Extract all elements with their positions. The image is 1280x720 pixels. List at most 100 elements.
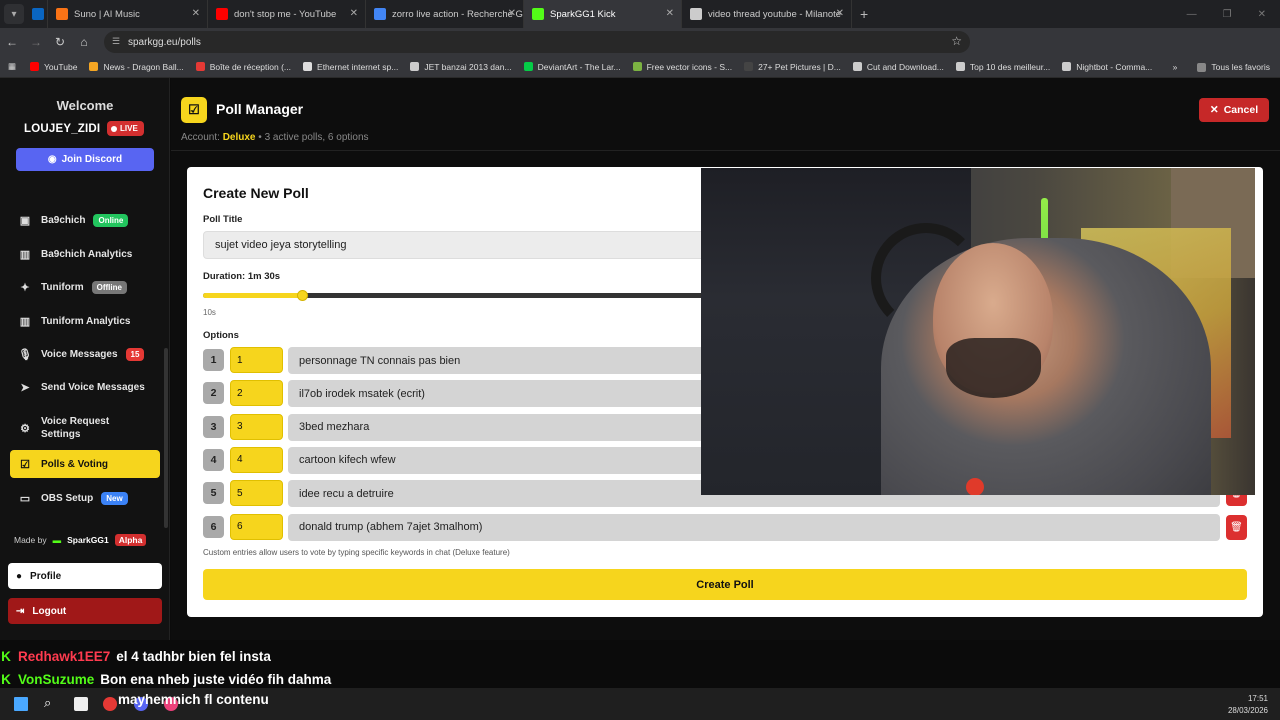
browser-tab[interactable]: Suno | AI Music ✕ bbox=[48, 0, 208, 28]
sidebar-item-ba9chich[interactable]: ▣ Ba9chich Online bbox=[10, 206, 160, 234]
url-bar[interactable]: ☰ sparkgg.eu/polls ☆ bbox=[104, 31, 970, 53]
form-heading: Create New Poll bbox=[203, 185, 309, 201]
duration-slider-fill bbox=[203, 293, 303, 298]
cancel-button[interactable]: ✕ Cancel bbox=[1199, 98, 1269, 122]
browser-tab-bar: ▾ Suno | AI Music ✕ don't stop me - YouTub… bbox=[0, 0, 1280, 28]
bookmark-link[interactable]: Cut and Download... bbox=[852, 62, 944, 72]
option-number: 4 bbox=[203, 448, 224, 471]
sidebar-item-ba9chich-analytics[interactable]: ▥ Ba9chich Analytics bbox=[10, 240, 160, 268]
option-keyword-input[interactable]: 4 bbox=[230, 446, 283, 473]
bookmark-link[interactable]: Top 10 des meilleur... bbox=[955, 62, 1050, 72]
close-tab-icon[interactable]: ✕ bbox=[836, 8, 844, 19]
restore-icon[interactable]: ❐ bbox=[1223, 9, 1232, 20]
sidebar-item-label: OBS Setup bbox=[41, 492, 94, 504]
sidebar-item-label: Ba9chich Analytics bbox=[41, 248, 133, 260]
sidebar-item-tuniform[interactable]: ✦ Tuniform Offline bbox=[10, 273, 160, 301]
bookmark-link[interactable]: Ethernet internet sp... bbox=[303, 62, 398, 72]
bookmark-favicon-icon bbox=[195, 62, 205, 71]
minimize-icon[interactable]: — bbox=[1187, 9, 1197, 20]
sidebar-item-send-voice-messages[interactable]: ➤ Send Voice Messages bbox=[10, 373, 160, 401]
sidebar-item-voice-request-settings[interactable]: ⚙ Voice Request Settings bbox=[10, 411, 160, 445]
more-bookmarks-icon[interactable]: » bbox=[1173, 62, 1178, 72]
bookmark-link[interactable]: News - Dragon Ball... bbox=[89, 61, 184, 72]
user-icon: ● bbox=[16, 570, 23, 582]
duration-slider-thumb[interactable] bbox=[297, 290, 309, 301]
delete-option-button[interactable]: 🗑 bbox=[1226, 514, 1247, 540]
sidebar-item-polls-voting[interactable]: ☑ Polls & Voting bbox=[10, 450, 160, 478]
sidebar-item-badge: Offline bbox=[91, 280, 127, 294]
site-info-icon[interactable]: ☰ bbox=[112, 36, 120, 47]
close-tab-icon[interactable]: ✕ bbox=[666, 8, 674, 19]
back-icon[interactable]: ← bbox=[0, 35, 24, 49]
duration-min-label: 10s bbox=[203, 308, 216, 317]
bookmark-favicon-icon bbox=[632, 62, 642, 71]
bookmark-favicon-icon bbox=[1062, 62, 1072, 71]
sidebar-item-label: Ba9chich bbox=[41, 214, 86, 226]
browser-tab[interactable]: don't stop me - YouTube ✕ bbox=[208, 0, 366, 28]
join-discord-button[interactable]: ◉ Join Discord bbox=[16, 148, 154, 171]
profile-button[interactable]: ● Profile bbox=[8, 563, 162, 589]
option-text-value: donald trump (abhem 7ajet 3malhom) bbox=[299, 521, 483, 533]
all-bookmarks-link[interactable]: Tous les favoris bbox=[1197, 62, 1270, 72]
windows-start-icon[interactable] bbox=[14, 697, 28, 711]
webcam-streamer-beard bbox=[946, 338, 1041, 398]
sidebar-item-label: Tuniform Analytics bbox=[41, 315, 131, 327]
option-keyword-input[interactable]: 2 bbox=[230, 380, 283, 407]
bookmark-favicon-icon bbox=[89, 62, 99, 71]
sidebar-item-obs-setup[interactable]: ▭ OBS Setup New bbox=[10, 484, 160, 512]
forward-icon[interactable]: → bbox=[24, 35, 48, 49]
option-keyword-value: 3 bbox=[237, 421, 243, 433]
linkedin-icon bbox=[32, 8, 44, 20]
close-tab-icon[interactable]: ✕ bbox=[508, 8, 516, 19]
apps-grid-icon[interactable]: ▦ bbox=[8, 61, 16, 72]
bookmark-link[interactable]: 27+ Pet Pictures | D... bbox=[744, 62, 841, 72]
pinned-tab-linkedin[interactable] bbox=[28, 0, 48, 28]
folder-icon bbox=[1197, 62, 1207, 72]
bookmark-link[interactable]: DeviantArt - The Lar... bbox=[523, 62, 621, 72]
search-icon[interactable]: ⌕ bbox=[44, 695, 58, 710]
option-keyword-value: 2 bbox=[237, 387, 243, 399]
bookmark-link[interactable]: Free vector icons - S... bbox=[632, 62, 732, 72]
option-keyword-input[interactable]: 3 bbox=[230, 413, 283, 440]
bookmark-star-icon[interactable]: ☆ bbox=[951, 34, 962, 48]
sidebar-item-tuniform-analytics[interactable]: ▥ Tuniform Analytics bbox=[10, 307, 160, 335]
screen: ▾ Suno | AI Music ✕ don't stop me - YouTub… bbox=[0, 0, 1280, 720]
browser-tab[interactable]: SparkGG1 Kick ✕ bbox=[524, 0, 682, 28]
browser-tab[interactable]: video thread youtube - Milanote ✕ bbox=[682, 0, 852, 28]
account-label: Account: bbox=[181, 132, 220, 143]
bookmark-link[interactable]: JET banzai 2013 dan... bbox=[410, 62, 512, 72]
sidebar-item-voice-messages[interactable]: 🎙 Voice Messages 15 bbox=[10, 340, 160, 368]
tab-label: Suno | AI Music bbox=[74, 8, 140, 20]
close-tab-icon[interactable]: ✕ bbox=[192, 8, 200, 19]
tab-favicon-icon bbox=[56, 8, 68, 20]
new-tab-button[interactable]: + bbox=[860, 6, 868, 22]
welcome-heading: Welcome bbox=[56, 98, 114, 113]
create-poll-button[interactable]: Create Poll bbox=[203, 569, 1247, 600]
bookmark-link[interactable]: Boîte de réception (... bbox=[195, 62, 291, 72]
bookmark-link[interactable]: Nightbot - Comma... bbox=[1062, 62, 1152, 72]
browser-tab[interactable]: zorro live action - Recherche Go ✕ bbox=[366, 0, 524, 28]
option-number: 3 bbox=[203, 415, 224, 438]
option-keyword-input[interactable]: 5 bbox=[230, 480, 283, 507]
task-view-icon[interactable] bbox=[74, 697, 88, 711]
option-text-input[interactable]: donald trump (abhem 7ajet 3malhom) bbox=[288, 513, 1220, 541]
option-keyword-input[interactable]: 6 bbox=[230, 513, 283, 540]
sidebar-scrollbar[interactable] bbox=[164, 348, 168, 528]
bookmark-label: News - Dragon Ball... bbox=[103, 61, 184, 72]
sidebar-item-label: Send Voice Messages bbox=[41, 381, 145, 393]
close-window-icon[interactable]: ✕ bbox=[1258, 9, 1266, 20]
option-text-value: il7ob irodek msatek (ecrit) bbox=[299, 387, 425, 400]
tab-label: don't stop me - YouTube bbox=[234, 8, 337, 20]
trash-icon: 🗑 bbox=[1230, 521, 1243, 533]
option-keyword-input[interactable]: 1 bbox=[230, 347, 283, 373]
logout-button[interactable]: ⇥ Logout bbox=[8, 598, 162, 624]
bookmark-link[interactable]: YouTube bbox=[30, 62, 77, 72]
reload-icon[interactable]: ↻ bbox=[48, 35, 72, 49]
chrome-taskbar-icon[interactable] bbox=[103, 697, 117, 711]
close-tab-icon[interactable]: ✕ bbox=[350, 8, 358, 19]
system-clock[interactable]: 17:51 28/03/2026 bbox=[1228, 693, 1268, 717]
made-by-label: Made by bbox=[14, 535, 47, 545]
home-icon[interactable]: ⌂ bbox=[72, 35, 96, 49]
option-number: 6 bbox=[203, 515, 224, 538]
tab-search-button[interactable]: ▾ bbox=[4, 4, 24, 24]
